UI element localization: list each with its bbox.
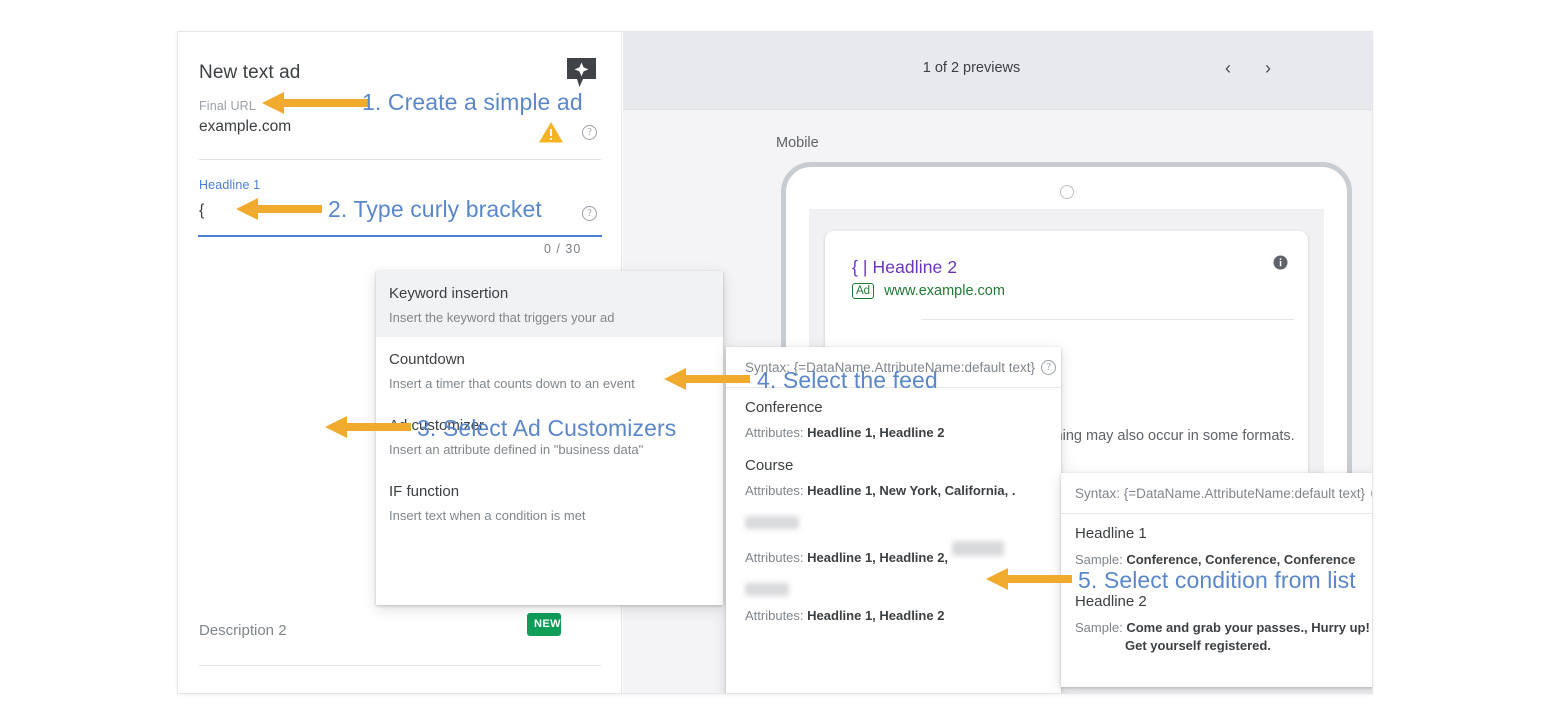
character-counter: 0 / 30 <box>544 242 582 256</box>
feed-list-menu: Syntax: {=DataName.AttributeName:default… <box>726 347 1061 693</box>
divider <box>199 159 601 160</box>
attribute-name: Headline 2 <box>1075 593 1147 610</box>
annotation-arrow-3 <box>325 416 411 438</box>
feed-name: xxxxx <box>745 515 1061 532</box>
syntax-hint-text: Syntax: {=DataName.AttributeName:default… <box>1075 486 1366 501</box>
syntax-hint-row: Syntax: {=DataName.AttributeName:default… <box>1061 473 1372 514</box>
annotation-text-4: 4. Select the feed <box>757 367 938 393</box>
annotation-text-1: 1. Create a simple ad <box>362 89 583 115</box>
ad-label-badge: Ad <box>852 283 875 299</box>
attribute-sample: Sample: Conference, Conference, Conferen… <box>1075 552 1372 567</box>
final-url-input[interactable]: example.com <box>199 118 291 136</box>
menu-item-subtitle: Insert an attribute defined in "business… <box>389 442 644 457</box>
attributes-label: Attributes: <box>745 550 804 565</box>
annotation-arrow-1 <box>262 92 368 114</box>
divider <box>199 665 601 666</box>
annotation-text-2: 2. Type curly bracket <box>328 196 542 222</box>
annotation-arrow-4 <box>664 368 750 390</box>
menu-item-keyword-insertion[interactable]: Keyword insertion Insert the keyword tha… <box>376 271 723 337</box>
attribute-item-headline1[interactable]: Headline 1 Sample: Conference, Conferenc… <box>1061 514 1372 571</box>
preview-header: 1 of 2 previews ‹ › <box>623 32 1372 110</box>
attributes-label: Attributes: <box>745 608 804 623</box>
final-url-label: Final URL <box>199 99 256 113</box>
sample-value-line2: Get yourself registered. <box>1125 638 1271 653</box>
annotation-text-3: 3. Select Ad Customizers <box>417 415 677 441</box>
feed-item-redacted-1[interactable]: xxxxx Attributes: Headline 1, Headline 2… <box>726 504 1061 571</box>
feed-item-course[interactable]: Course Attributes: Headline 1, New York,… <box>726 446 1061 504</box>
info-circle-icon[interactable] <box>1273 255 1288 275</box>
redacted-text: xxxxx <box>745 516 799 529</box>
help-circle-icon[interactable]: ? <box>582 203 597 221</box>
help-circle-icon[interactable]: ? <box>1371 486 1372 501</box>
phone-speaker-icon <box>1059 185 1074 199</box>
feed-attributes: Attributes: Headline 1, New York, Califo… <box>745 483 1061 498</box>
sample-value: Conference, Conference, Conference <box>1126 552 1356 567</box>
redacted-text: xxxx <box>951 541 1004 556</box>
annotation-arrow-5 <box>986 568 1072 590</box>
page-title: New text ad <box>199 62 301 83</box>
help-circle-icon[interactable]: ? <box>582 122 597 140</box>
menu-item-title: IF function <box>389 483 460 500</box>
feed-name: Course <box>745 457 794 474</box>
attributes-value: Headline 1, Headline 2, <box>807 550 949 565</box>
help-circle-icon[interactable]: ? <box>1041 360 1057 375</box>
chevron-left-icon[interactable]: ‹ <box>1217 58 1239 79</box>
headline1-label: Headline 1 <box>199 178 261 192</box>
chevron-right-icon[interactable]: › <box>1257 58 1279 79</box>
sample-value: Come and grab your passes., Hurry up! on… <box>1126 620 1372 635</box>
attributes-value: Headline 1, Headline 2 <box>807 608 945 623</box>
status-badge: NEW <box>527 613 561 636</box>
feed-attributes: Attributes: Headline 1, Headline 2 <box>745 425 1061 440</box>
attributes-value: Headline 1, Headline 2 <box>807 425 945 440</box>
device-label: Mobile <box>776 135 819 151</box>
description2-label: Description 2 <box>199 622 287 639</box>
feed-name: Conference <box>745 399 823 416</box>
menu-item-subtitle: Insert the keyword that triggers your ad <box>389 310 615 325</box>
sample-label: Sample: <box>1075 552 1123 567</box>
sample-label: Sample: <box>1075 620 1123 635</box>
attributes-label: Attributes: <box>745 483 804 498</box>
warning-triangle-icon <box>538 121 564 149</box>
annotation-arrow-2 <box>236 198 322 220</box>
annotation-text-5: 5. Select condition from list <box>1078 567 1356 593</box>
redacted-text: xxxx <box>745 583 789 596</box>
menu-item-if-function[interactable]: IF function Insert text when a condition… <box>376 469 723 535</box>
divider <box>921 319 1294 320</box>
feed-attributes: Attributes: Headline 1, Headline 2, xxxx <box>745 541 1061 565</box>
menu-item-title: Keyword insertion <box>389 285 509 302</box>
feed-item-conference[interactable]: Conference Attributes: Headline 1, Headl… <box>726 388 1061 446</box>
attributes-value: Headline 1, New York, California, . <box>807 483 1016 498</box>
attributes-label: Attributes: <box>745 425 804 440</box>
sparkle-badge-icon[interactable] <box>566 57 597 89</box>
attribute-sample: Sample: Come and grab your passes., Hurr… <box>1075 620 1372 653</box>
menu-item-subtitle: Insert text when a condition is met <box>389 508 586 523</box>
headline1-input[interactable]: { <box>199 202 204 220</box>
feed-attributes: Attributes: Headline 1, Headline 2 <box>745 608 1061 623</box>
ad-url-row: Ad www.example.com <box>852 283 1005 299</box>
attribute-name: Headline 1 <box>1075 525 1147 542</box>
ad-display-url: www.example.com <box>884 283 1005 299</box>
ad-headline-text: { | Headline 2 <box>852 257 958 277</box>
input-focus-underline <box>198 235 602 237</box>
